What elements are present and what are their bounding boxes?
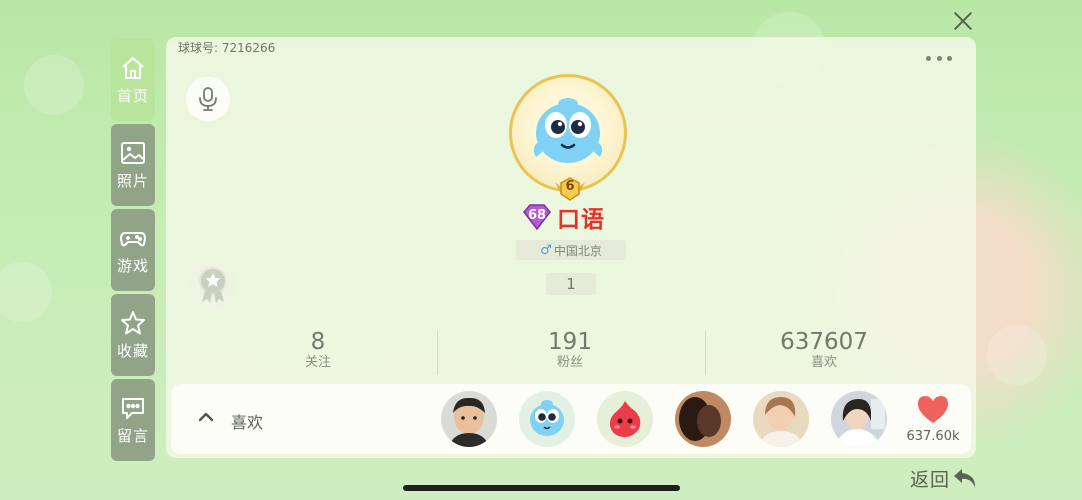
voice-button[interactable] (186, 77, 230, 121)
sidebar-item-label: 收藏 (116, 341, 149, 360)
stat-likes[interactable]: 637607 喜欢 (754, 329, 894, 371)
gem-level-badge: 68 (521, 203, 553, 231)
dark-photo-avatar[interactable] (675, 391, 731, 447)
background-bubble (0, 262, 52, 322)
home-indicator (403, 485, 680, 491)
message-icon (122, 397, 144, 419)
woman-photo-avatar[interactable] (831, 391, 887, 447)
sidebar-item-favorites[interactable]: 收藏 (111, 294, 155, 376)
background-bubble (987, 325, 1047, 385)
likes-count: 637607 (780, 329, 868, 355)
red-blob-avatar[interactable] (597, 391, 653, 447)
sidebar-item-home[interactable]: 首页 (111, 39, 155, 121)
level-badge: 6 (553, 176, 587, 202)
sidebar: 首页 照片 游戏 收藏 留言 (111, 39, 157, 464)
count-pill: 1 (546, 273, 596, 295)
followers-count: 191 (548, 329, 592, 355)
chevron-up-icon[interactable] (195, 406, 217, 428)
uid-text: 球球号: 7216266 (178, 41, 276, 55)
sidebar-item-label: 游戏 (116, 256, 149, 275)
followers-label: 粉丝 (556, 355, 583, 370)
image-icon (121, 141, 145, 164)
following-count: 8 (310, 329, 326, 355)
stat-followers[interactable]: 191 粉丝 (500, 329, 640, 371)
blue-blob-avatar[interactable] (519, 391, 575, 447)
following-label: 关注 (304, 355, 331, 370)
likes-bar-label: 喜欢 (231, 413, 264, 432)
heart-icon (918, 396, 948, 423)
likes-label: 喜欢 (810, 355, 837, 370)
sidebar-item-label: 照片 (116, 171, 149, 190)
stat-divider (705, 331, 706, 375)
more-options-icon[interactable] (924, 51, 954, 65)
sidebar-item-photos[interactable]: 照片 (111, 124, 155, 206)
home-icon (122, 56, 144, 79)
name-row: 68 口语 (521, 202, 605, 233)
male-icon: ♂ (540, 242, 552, 258)
return-arrow-icon (954, 468, 976, 488)
back-button[interactable]: 返回 (910, 465, 978, 492)
close-icon[interactable] (950, 8, 976, 34)
location-text: 中国北京 (553, 243, 602, 258)
likes-bar: 喜欢 637.60k (171, 384, 971, 454)
likes-total: 637.60k (906, 429, 960, 444)
profile-avatar[interactable]: 6 (509, 74, 633, 201)
location-pill: ♂ 中国北京 (516, 240, 626, 260)
level-number: 6 (565, 179, 575, 194)
profile-card: 球球号: 7216266 6 68 口语 ♂ 中国北京 1 8 关注 191 粉… (166, 37, 976, 458)
sidebar-item-label: 留言 (116, 426, 149, 445)
stat-divider (437, 331, 438, 375)
background-bubble (24, 55, 84, 115)
nickname: 口语 (557, 207, 605, 233)
girl-photo-avatar[interactable] (753, 391, 809, 447)
stat-following[interactable]: 8 关注 (248, 329, 388, 371)
gamepad-icon (120, 231, 146, 246)
microphone-icon (199, 87, 217, 111)
back-label: 返回 (910, 469, 951, 491)
like-button[interactable]: 637.60k (901, 394, 965, 444)
sidebar-item-label: 首页 (116, 86, 149, 105)
gem-level-number: 68 (527, 208, 547, 223)
kid-photo-avatar[interactable] (441, 391, 497, 447)
blue-blob-avatar-image (533, 98, 603, 163)
sidebar-item-messages[interactable]: 留言 (111, 379, 155, 461)
star-icon (121, 310, 145, 334)
medal-icon[interactable] (189, 261, 237, 309)
sidebar-item-games[interactable]: 游戏 (111, 209, 155, 291)
